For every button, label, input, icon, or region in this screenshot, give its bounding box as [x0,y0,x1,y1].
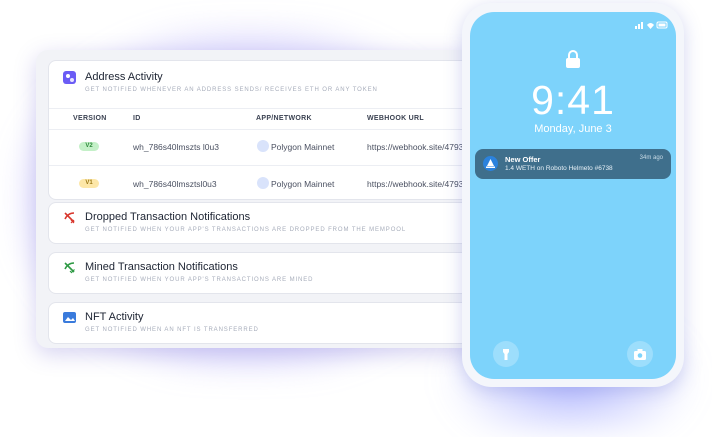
lock-time: 9:41 [531,77,615,123]
address-activity-subtitle: Get notified whenever an address sends/ … [85,87,378,93]
webhooks-panel: Address Activity Get notified whenever a… [36,50,476,348]
column-header-network: APP/NETWORK [256,115,312,122]
flashlight-icon [503,349,509,360]
pickaxe-check-icon [64,262,75,274]
nft-subtitle: Get notified when an NFT is transferred [85,327,259,333]
status-icons [635,21,668,29]
table-row[interactable]: V1 wh_786s40lmsztsl0u3 Polygon Mainnet h… [49,166,476,202]
phone-mockup: 9:41 Monday, June 3 New Offer 34m ago 1.… [462,3,684,387]
lock-date: Monday, June 3 [534,123,612,135]
nft-activity-card[interactable]: NFT Activity Get notified when an NFT is… [48,302,476,344]
network-name: Polygon Mainnet [271,142,335,152]
webhook-url: https://webhook.site/4793... [367,179,471,189]
opensea-icon [483,156,498,171]
column-header-version: VERSION [73,115,107,122]
camera-button[interactable] [627,341,653,367]
column-header-id: ID [133,115,141,122]
mined-title: Mined Transaction Notifications [85,261,238,273]
webhook-id: wh_786s40lmszts l0u3 [133,142,219,152]
column-header-webhook-url: WEBHOOK URL [367,115,424,122]
address-activity-title: Address Activity [85,71,163,83]
polygon-icon [257,177,269,189]
notification-time: 34m ago [639,155,663,161]
nft-title: NFT Activity [85,311,144,323]
mined-transactions-card[interactable]: Mined Transaction Notifications Get noti… [48,252,476,294]
pickaxe-x-icon [64,212,75,224]
polygon-icon [257,140,269,152]
table-row[interactable]: V2 wh_786s40lmszts l0u3 Polygon Mainnet … [49,129,476,166]
version-badge: V1 [79,179,99,188]
table-header: VERSION ID APP/NETWORK WEBHOOK URL [49,108,476,130]
lock-icon [566,50,580,68]
address-activity-card[interactable]: Address Activity Get notified whenever a… [48,60,476,200]
lock-screen: 9:41 Monday, June 3 New Offer 34m ago 1.… [470,12,676,379]
dropped-subtitle: Get notified when your app's transaction… [85,227,407,233]
notification-title: New Offer [505,155,541,164]
mined-subtitle: Get notified when your app's transaction… [85,277,314,283]
version-badge: V2 [79,142,99,151]
flashlight-button[interactable] [493,341,519,367]
dropped-title: Dropped Transaction Notifications [85,211,251,223]
webhook-url: https://webhook.site/4793... [367,142,471,152]
image-icon [63,312,76,323]
notification-body: 1.4 WETH on Roboto Helmeto #6738 [505,165,613,172]
webhook-id: wh_786s40lmsztsl0u3 [133,179,217,189]
network-name: Polygon Mainnet [271,179,335,189]
address-activity-icon [63,71,76,84]
notification-card[interactable]: New Offer 34m ago 1.4 WETH on Roboto Hel… [475,149,671,179]
dropped-transactions-card[interactable]: Dropped Transaction Notifications Get no… [48,202,476,244]
camera-icon [634,349,646,360]
